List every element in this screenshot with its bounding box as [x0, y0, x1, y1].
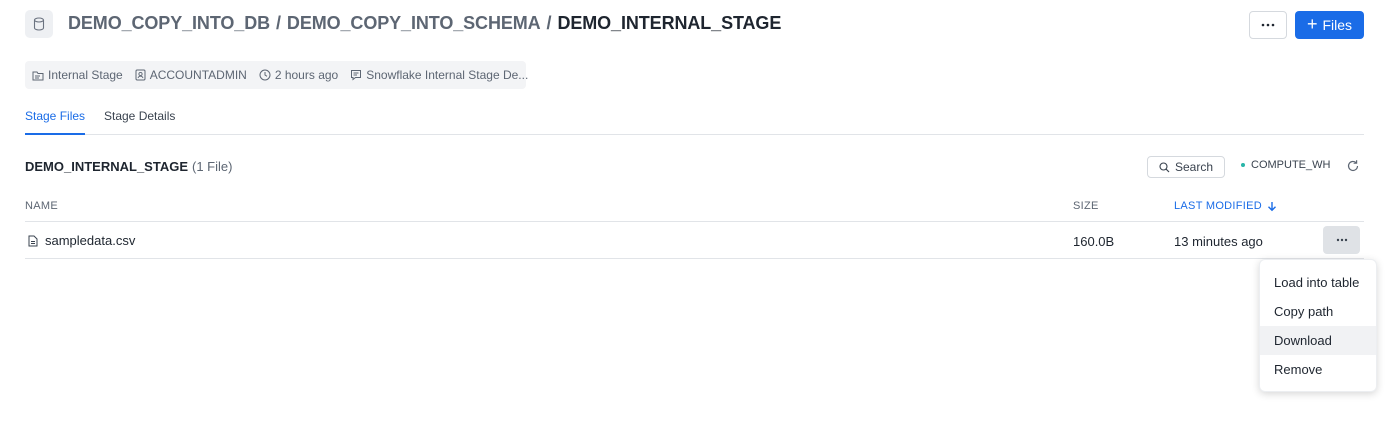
- files-table: NAME SIZE LAST MODIFIED sampledata.csv 1…: [25, 196, 1364, 259]
- more-actions-button[interactable]: [1249, 11, 1287, 39]
- file-icon: [28, 235, 38, 246]
- column-name[interactable]: NAME: [25, 200, 58, 212]
- row-actions-menu: Load into table Copy path Download Remov…: [1259, 259, 1377, 392]
- stage-meta-bar: Internal Stage ACCOUNTADMIN 2 hours ago …: [25, 61, 528, 89]
- stage-icon: [32, 71, 44, 80]
- ellipsis-icon: [1261, 23, 1275, 27]
- column-size[interactable]: SIZE: [1073, 200, 1099, 212]
- tab-bar: Stage Files Stage Details: [25, 109, 1364, 135]
- add-files-label: Files: [1322, 17, 1353, 33]
- file-size: 160.0B: [1073, 234, 1115, 249]
- breadcrumb: DEMO_COPY_INTO_DB / DEMO_COPY_INTO_SCHEMA /…: [68, 13, 781, 34]
- menu-item-load-into-table[interactable]: Load into table: [1260, 268, 1376, 297]
- warehouse-name: COMPUTE_WH: [1251, 159, 1331, 171]
- file-name: sampledata.csv: [45, 233, 136, 248]
- sort-desc-icon: [1268, 201, 1277, 211]
- section-title: DEMO_INTERNAL_STAGE (1 File): [25, 159, 232, 174]
- row-actions-button[interactable]: [1323, 226, 1360, 254]
- file-modified: 13 minutes ago: [1174, 234, 1263, 249]
- breadcrumb-separator: /: [276, 13, 281, 33]
- breadcrumb-database[interactable]: DEMO_COPY_INTO_DB: [68, 13, 270, 33]
- menu-item-remove[interactable]: Remove: [1260, 355, 1376, 384]
- column-last-modified[interactable]: LAST MODIFIED: [1174, 200, 1277, 212]
- warehouse-status-dot: [1241, 163, 1245, 167]
- page-title: DEMO_INTERNAL_STAGE: [557, 13, 782, 33]
- meta-stage-type: Internal Stage: [32, 68, 123, 82]
- clock-icon: [259, 69, 271, 81]
- menu-item-copy-path[interactable]: Copy path: [1260, 297, 1376, 326]
- database-icon: [25, 10, 53, 38]
- stage-name: DEMO_INTERNAL_STAGE: [25, 159, 188, 174]
- plus-icon: +: [1306, 14, 1318, 34]
- breadcrumb-schema[interactable]: DEMO_COPY_INTO_SCHEMA: [287, 13, 541, 33]
- file-cell: sampledata.csv: [28, 233, 135, 248]
- tab-stage-files[interactable]: Stage Files: [25, 109, 86, 135]
- refresh-icon[interactable]: [1346, 159, 1360, 173]
- add-files-button[interactable]: + Files: [1295, 11, 1364, 39]
- table-header: NAME SIZE LAST MODIFIED: [25, 196, 1364, 222]
- warehouse-selector[interactable]: COMPUTE_WH: [1241, 159, 1330, 171]
- meta-comment: Snowflake Internal Stage De...: [350, 68, 528, 82]
- menu-item-download[interactable]: Download: [1260, 326, 1376, 355]
- comment-icon: [351, 70, 362, 81]
- tab-stage-details[interactable]: Stage Details: [104, 109, 175, 135]
- search-button-label: Search: [1174, 160, 1214, 174]
- search-button[interactable]: Search: [1147, 156, 1225, 178]
- search-icon: [1159, 161, 1170, 172]
- meta-owner: ACCOUNTADMIN: [135, 68, 247, 82]
- role-icon: [135, 69, 146, 81]
- meta-created: 2 hours ago: [259, 68, 338, 82]
- breadcrumb-separator: /: [546, 13, 552, 33]
- file-count: (1 File): [192, 159, 233, 174]
- table-row[interactable]: sampledata.csv 160.0B 13 minutes ago: [25, 222, 1364, 259]
- ellipsis-icon: [1336, 238, 1347, 242]
